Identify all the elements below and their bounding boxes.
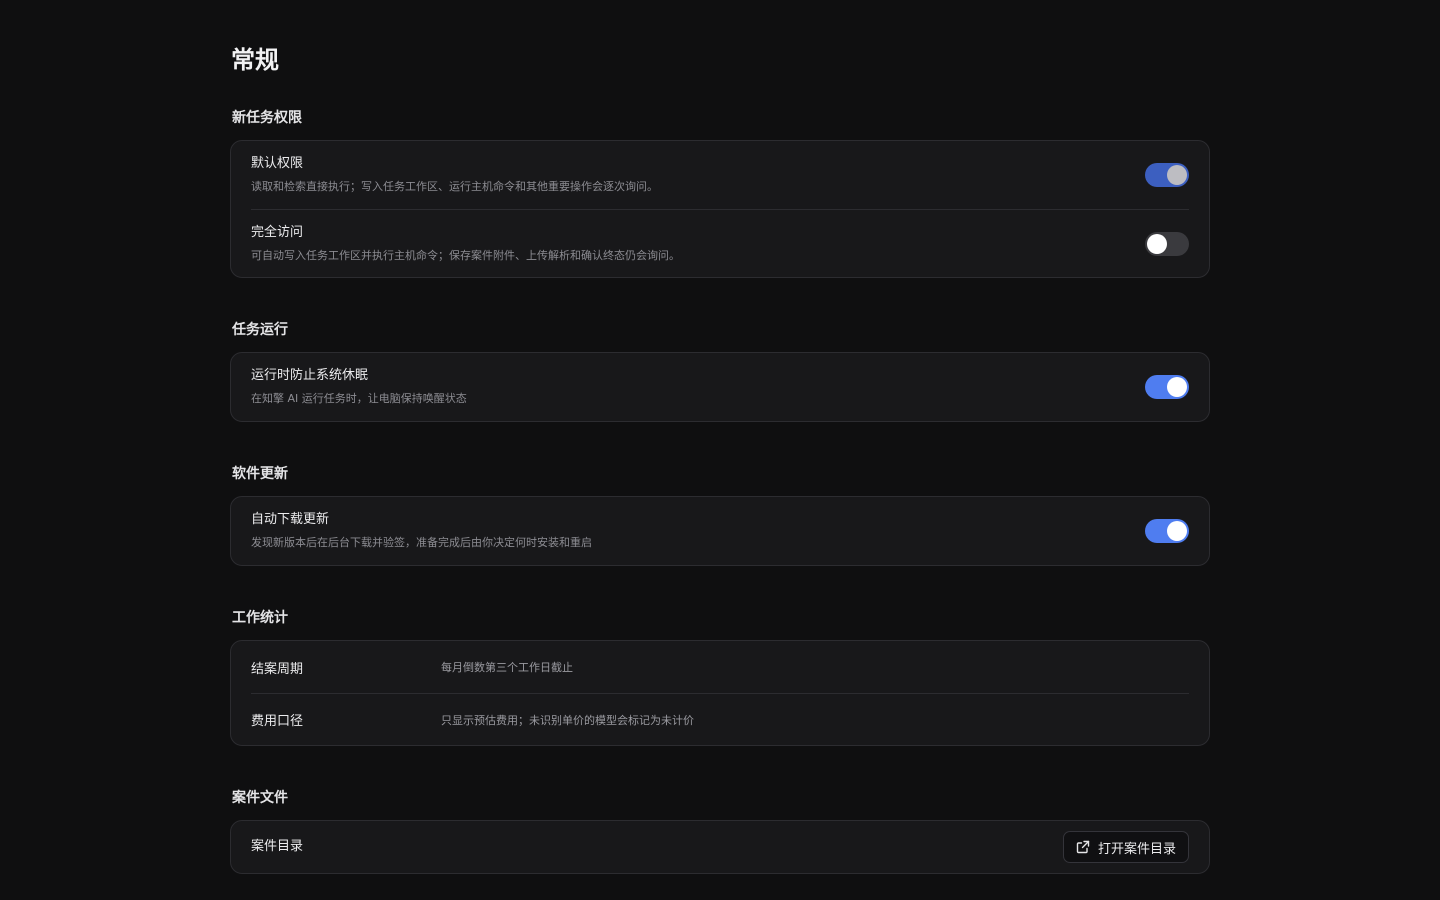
open-case-dir-button[interactable]: 打开案件目录 <box>1062 831 1189 863</box>
section-title-run: 任务运行 <box>232 322 288 338</box>
auto-update-label: 自动下载更新 <box>251 512 330 527</box>
external-link-icon <box>1076 840 1090 854</box>
auto-update-toggle[interactable] <box>1145 519 1189 543</box>
stats-row-key: 费用口径 <box>251 714 304 729</box>
run-card: 运行时防止系统休眠 在知擎 AI 运行任务时，让电脑保持唤醒状态 <box>230 352 1210 422</box>
default-permission-description: 读取和检索直接执行；写入任务工作区、运行主机命令和其他重要操作会逐次询问。 <box>251 180 658 193</box>
stats-row-value: 只显示预估费用；未识别单价的模型会标记为未计价 <box>441 713 694 727</box>
stats-row-value: 每月倒数第三个工作日截止 <box>441 661 573 674</box>
default-permission-label: 默认权限 <box>251 156 304 171</box>
full-access-label: 完全访问 <box>251 224 304 240</box>
open-case-dir-label: 打开案件目录 <box>1097 841 1176 857</box>
settings-page: 常规 新任务权限 默认权限 读取和检索直接执行；写入任务工作区、运行主机命令和其… <box>230 0 1210 874</box>
section-title-files: 案件文件 <box>232 790 288 806</box>
page-title: 常规 <box>231 46 279 74</box>
stats-card: 结案周期 每月倒数第三个工作日截止 费用口径 只显示预估费用；未识别单价的模型会… <box>230 640 1210 746</box>
permissions-card: 默认权限 读取和检索直接执行；写入任务工作区、运行主机命令和其他重要操作会逐次询… <box>230 140 1210 278</box>
case-dir-label: 案件目录 <box>251 839 304 854</box>
toggle-knob <box>1147 233 1167 254</box>
full-access-description: 可自动写入任务工作区并执行主机命令；保存案件附件、上传解析和确认终态仍会询问。 <box>251 248 680 262</box>
default-permission-row: 默认权限 读取和检索直接执行；写入任务工作区、运行主机命令和其他重要操作会逐次询… <box>251 141 1189 209</box>
toggle-knob <box>1167 165 1187 185</box>
stats-row: 结案周期 每月倒数第三个工作日截止 <box>251 641 1189 693</box>
section-title-stats: 工作统计 <box>232 610 288 626</box>
section-title-permissions: 新任务权限 <box>232 110 302 126</box>
prevent-sleep-toggle[interactable] <box>1145 375 1189 399</box>
prevent-sleep-text: 运行时防止系统休眠 在知擎 AI 运行任务时，让电脑保持唤醒状态 <box>251 367 467 407</box>
section-title-update: 软件更新 <box>232 466 288 482</box>
files-card: 案件目录 打开案件目录 <box>230 820 1210 874</box>
full-access-text: 完全访问 可自动写入任务工作区并执行主机命令；保存案件附件、上传解析和确认终态仍… <box>251 224 680 264</box>
prevent-sleep-row: 运行时防止系统休眠 在知擎 AI 运行任务时，让电脑保持唤醒状态 <box>251 353 1189 421</box>
stats-row-key: 结案周期 <box>251 661 304 677</box>
prevent-sleep-label: 运行时防止系统休眠 <box>251 368 369 383</box>
auto-update-description: 发现新版本后在后台下载并验签，准备完成后由你决定何时安装和重启 <box>251 536 592 549</box>
default-permission-toggle[interactable] <box>1145 163 1189 187</box>
update-card: 自动下载更新 发现新版本后在后台下载并验签，准备完成后由你决定何时安装和重启 <box>230 496 1210 566</box>
full-access-toggle[interactable] <box>1145 231 1189 256</box>
case-dir-row: 案件目录 打开案件目录 <box>251 821 1189 873</box>
full-access-row: 完全访问 可自动写入任务工作区并执行主机命令；保存案件附件、上传解析和确认终态仍… <box>251 209 1189 277</box>
toggle-knob <box>1167 521 1187 541</box>
auto-update-row: 自动下载更新 发现新版本后在后台下载并验签，准备完成后由你决定何时安装和重启 <box>251 497 1189 565</box>
prevent-sleep-description: 在知擎 AI 运行任务时，让电脑保持唤醒状态 <box>251 392 467 405</box>
default-permission-text: 默认权限 读取和检索直接执行；写入任务工作区、运行主机命令和其他重要操作会逐次询… <box>251 155 658 195</box>
stats-row: 费用口径 只显示预估费用；未识别单价的模型会标记为未计价 <box>251 693 1189 745</box>
auto-update-text: 自动下载更新 发现新版本后在后台下载并验签，准备完成后由你决定何时安装和重启 <box>251 511 592 551</box>
toggle-knob <box>1167 377 1187 397</box>
